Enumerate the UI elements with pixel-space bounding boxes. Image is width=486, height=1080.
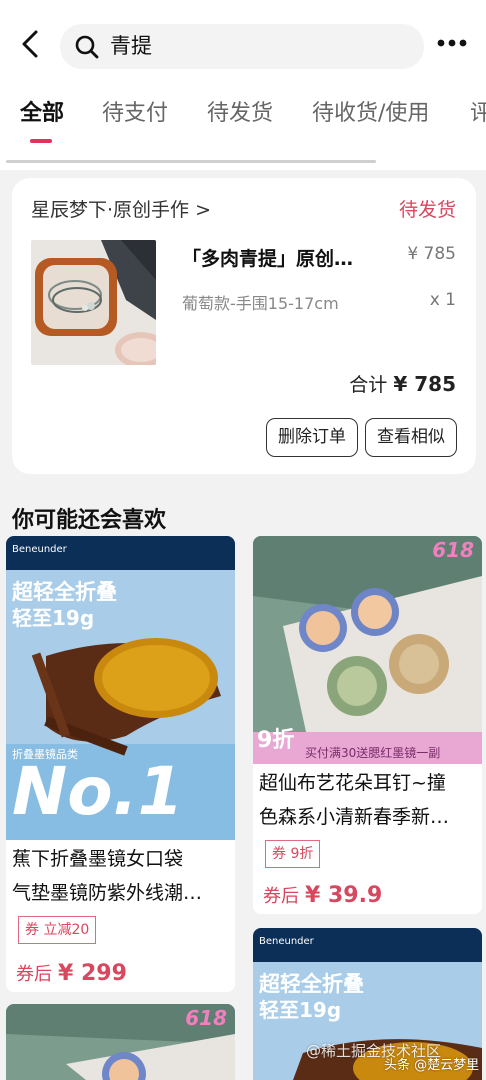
brand-label: Beneunder — [259, 936, 314, 947]
title-line: 超仙布艺花朵耳钉~撞 — [259, 772, 446, 794]
product-image[interactable]: Beneunder 超轻全折叠 轻至19g 折叠墨镜品类 No.1 — [6, 536, 235, 840]
promo-618-badge: 618 — [185, 1006, 227, 1030]
total-label: 合计 — [349, 374, 388, 396]
product-title[interactable]: 超仙布艺花朵耳钉~撞 色森系小清新春季新… — [259, 766, 475, 834]
product-quantity: x 1 — [429, 290, 456, 310]
tab-review[interactable]: 评 — [470, 96, 486, 132]
coupon-badge: 券 立减20 — [18, 916, 97, 944]
total-value: ¥ 785 — [393, 372, 456, 396]
order-total: 合计 ¥ 785 — [349, 370, 456, 397]
product-card[interactable]: 618 9折 买付满30送腮红墨镜一副 超仙布艺花朵耳钉~撞 色森系小清新春季新… — [253, 536, 482, 914]
product-price: ¥ 785 — [407, 244, 456, 264]
app: 青提 全部 待支付 待发货 待收货/使用 评 星辰梦下·原创手作 > 待发货 「… — [0, 0, 486, 1080]
ad-big-text: No.1 — [12, 753, 184, 830]
product-thumbnail[interactable] — [31, 240, 156, 365]
price-label: 券后 — [16, 964, 52, 985]
tab-pending-payment[interactable]: 待支付 — [102, 96, 168, 132]
ad-line2: 轻至19g — [12, 606, 95, 630]
product-card[interactable]: 618 — [6, 1004, 235, 1080]
more-options-icon[interactable] — [436, 36, 468, 50]
promo-banner-text: 买付满30送腮红墨镜一副 — [305, 746, 441, 760]
shop-name[interactable]: 星辰梦下·原创手作 > — [31, 198, 211, 222]
search-query[interactable]: 青提 — [110, 32, 152, 60]
watermark-source: 头条 @楚云梦里 — [384, 1058, 480, 1073]
discount-badge: 9折 — [257, 728, 295, 753]
promo-618-badge: 618 — [432, 538, 474, 562]
price-value: ¥ 299 — [58, 961, 127, 986]
view-similar-button[interactable]: 查看相似 — [365, 418, 457, 457]
title-line: 蕉下折叠墨镜女口袋 — [12, 848, 184, 870]
product-price: 券后 ¥ 299 — [16, 960, 127, 986]
product-image[interactable]: 618 9折 买付满30送腮红墨镜一副 — [253, 536, 482, 764]
recommend-title: 你可能还会喜欢 — [12, 508, 167, 533]
product-name[interactable]: 「多肉青提」原创… — [182, 246, 382, 272]
order-status: 待发货 — [398, 199, 456, 221]
tab-all[interactable]: 全部 — [20, 96, 64, 132]
tab-pending-shipment[interactable]: 待发货 — [207, 96, 273, 132]
order-card[interactable]: 星辰梦下·原创手作 > 待发货 「多肉青提」原创… ¥ 785 葡萄款-手围15… — [12, 178, 476, 474]
delete-order-button[interactable]: 删除订单 — [266, 418, 358, 457]
title-line: 气垫墨镜防紫外线潮… — [12, 882, 203, 904]
back-arrow-icon[interactable] — [16, 28, 46, 60]
search-icon — [75, 35, 99, 59]
product-spec: 葡萄款-手围15-17cm — [182, 294, 339, 313]
tab-indicator — [30, 139, 52, 143]
title-line: 色森系小清新春季新… — [259, 806, 450, 828]
product-image[interactable]: 618 — [6, 1004, 235, 1080]
coupon-badge: 券 9折 — [265, 840, 321, 868]
tab-scrollbar[interactable] — [6, 160, 376, 163]
product-price: 券后 ¥ 39.9 — [263, 882, 382, 908]
tab-pending-receipt[interactable]: 待收货/使用 — [312, 96, 429, 132]
price-value: ¥ 39.9 — [305, 883, 383, 908]
header: 青提 全部 待支付 待发货 待收货/使用 评 — [0, 0, 486, 170]
bracelet-image — [31, 240, 156, 365]
price-label: 券后 — [263, 886, 299, 907]
brand-label: Beneunder — [12, 544, 67, 555]
ad-line2: 轻至19g — [259, 998, 342, 1022]
order-tabs: 全部 待支付 待发货 待收货/使用 评 — [0, 96, 486, 136]
search-bar[interactable]: 青提 — [60, 24, 424, 69]
product-card[interactable]: Beneunder 超轻全折叠 轻至19g 折叠墨镜品类 No.1 蕉下折叠墨镜… — [6, 536, 235, 992]
product-title[interactable]: 蕉下折叠墨镜女口袋 气垫墨镜防紫外线潮… — [12, 842, 228, 910]
